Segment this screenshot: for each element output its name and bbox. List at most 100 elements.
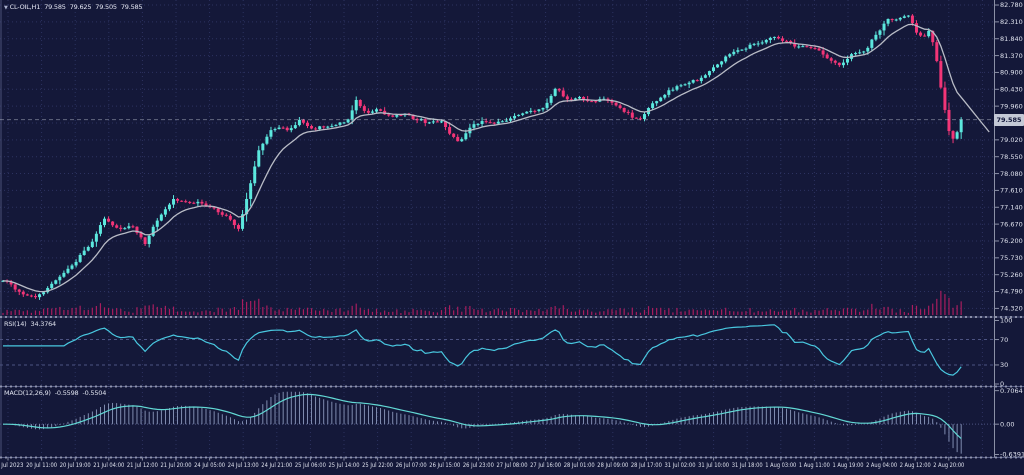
candle-body: [103, 219, 106, 225]
time-axis-label: 25 Jul 14:00: [329, 461, 360, 469]
candle-body: [253, 166, 256, 183]
candle-body: [525, 112, 528, 114]
candle-body: [71, 265, 74, 268]
candle-body: [643, 114, 646, 119]
candle-body: [708, 71, 711, 75]
candle-body: [436, 121, 439, 122]
candle-body: [30, 296, 33, 297]
candle-body: [225, 215, 228, 216]
candle-body: [805, 46, 808, 47]
candle-body: [359, 100, 362, 106]
candle-body: [546, 103, 549, 108]
ohlc-header: ▼CL-OIL,H179.58579.62579.50579.585: [4, 3, 146, 11]
symbol-dropdown-icon[interactable]: ▼: [4, 5, 8, 11]
candle-body: [192, 203, 195, 204]
price-axis-label: 74.790: [1000, 288, 1023, 296]
candle-body: [919, 33, 922, 36]
current-price-tag: 79.585: [994, 114, 1024, 126]
candle-body: [432, 121, 435, 122]
candle-body: [302, 120, 305, 123]
candle-body: [34, 296, 37, 297]
candle-body: [761, 42, 764, 43]
time-axis-label: 31 Jul 10:00: [698, 461, 729, 469]
candle-body: [477, 124, 480, 125]
candle-body: [960, 120, 963, 133]
trading-terminal-chart: 82.78082.31081.84081.37080.90080.43079.9…: [0, 0, 1024, 475]
candle-body: [513, 116, 516, 118]
candle-body: [160, 215, 163, 221]
price-axis-label: 82.780: [1000, 1, 1023, 9]
candle-body: [233, 220, 236, 225]
candle-body: [834, 61, 837, 63]
time-axis-label: 24 Jul 21:00: [261, 461, 292, 469]
candle-body: [334, 125, 337, 126]
candle-body: [156, 221, 159, 227]
candle-body: [838, 63, 841, 65]
candle-body: [517, 115, 520, 116]
candle-body: [704, 75, 707, 78]
candle-body: [554, 89, 557, 96]
candle-body: [42, 292, 45, 294]
time-axis-label: 26 Jul 07:00: [396, 461, 427, 469]
time-axis-label: 28 Jul 01:00: [564, 461, 595, 469]
candle-body: [562, 90, 565, 96]
candle-body: [188, 202, 191, 203]
price-axis-label: 82.310: [1000, 18, 1023, 26]
rsi-axis-label: 70: [1000, 336, 1008, 344]
candle-body: [939, 61, 942, 87]
candle-body: [651, 103, 654, 108]
candle-body: [716, 65, 719, 68]
candle-body: [720, 61, 723, 64]
time-axis-label: 27 Jul 16:00: [530, 461, 561, 469]
candle-body: [464, 133, 467, 139]
symbol-timeframe-label: CL-OIL,H1: [10, 3, 41, 11]
candle-body: [712, 67, 715, 71]
candle-body: [387, 114, 390, 115]
candle-body: [257, 150, 260, 166]
price-axis-label: 81.370: [1000, 52, 1023, 60]
price-axis-label: 76.670: [1000, 220, 1023, 228]
chart-canvas[interactable]: 82.78082.31081.84081.37080.90080.43079.9…: [0, 0, 1024, 475]
candle-body: [744, 49, 747, 50]
candle-body: [351, 110, 354, 119]
candle-body: [249, 183, 252, 199]
candle-body: [870, 40, 873, 48]
time-axis-label: 21 Jul 20:00: [161, 461, 192, 469]
candle-body: [229, 216, 232, 220]
candle-body: [497, 122, 500, 124]
candle-body: [472, 124, 475, 128]
candle-body: [952, 131, 955, 139]
candle-body: [489, 122, 492, 123]
high-value: 79.625: [70, 3, 92, 11]
candle-body: [26, 294, 29, 295]
candle-body: [956, 132, 959, 138]
candle-body: [62, 273, 65, 277]
candle-body: [347, 119, 350, 122]
candle-body: [330, 126, 333, 127]
candle-body: [769, 38, 772, 40]
candle-body: [501, 121, 504, 122]
price-axis-label: 75.730: [1000, 254, 1023, 262]
candle-body: [866, 48, 869, 52]
rsi-name: RSI(14): [4, 320, 27, 328]
candle-body: [854, 53, 857, 54]
time-axis-label: 1 Aug 03:00: [765, 461, 796, 469]
candle-body: [14, 284, 17, 289]
rsi-axis-label: 30: [1000, 361, 1008, 369]
candle-body: [550, 96, 553, 103]
candle-body: [440, 121, 443, 122]
candle-body: [50, 284, 53, 288]
candle-body: [200, 202, 203, 204]
candle-body: [903, 16, 906, 18]
candle-body: [915, 23, 918, 32]
candle-body: [115, 225, 118, 227]
macd-main-value: -0.5598: [55, 389, 79, 397]
candle-body: [322, 126, 325, 127]
candle-body: [826, 55, 829, 59]
candle-body: [75, 262, 78, 266]
time-axis-label: 21 Jul 04:00: [93, 461, 124, 469]
candle-body: [269, 130, 272, 137]
candle-body: [278, 128, 281, 129]
time-axis-label: 26 Jul 23:00: [463, 461, 494, 469]
price-axis-label: 78.080: [1000, 170, 1023, 178]
